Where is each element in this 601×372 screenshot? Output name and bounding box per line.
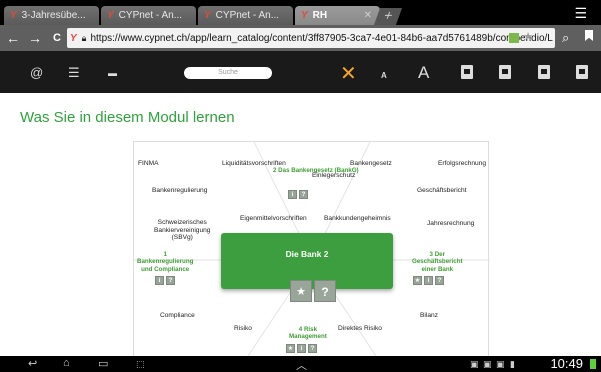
center-title: Die Bank 2 bbox=[285, 249, 329, 259]
url-text: https://www.cypnet.ch/app/learn_catalog/… bbox=[90, 32, 553, 44]
document-icon[interactable] bbox=[576, 65, 588, 79]
list-icon[interactable]: ☰ bbox=[68, 65, 80, 81]
extension-icon[interactable] bbox=[509, 33, 519, 43]
address-bar[interactable]: Y 🔒︎ https://www.cypnet.ch/app/learn_cat… bbox=[67, 28, 555, 48]
logo-icon[interactable]: @ bbox=[30, 65, 43, 80]
module-overview-diagram: FINMA Liquiditätsvorschriften Bankengese… bbox=[133, 141, 490, 356]
module-label-4[interactable]: 4 Risk Management bbox=[289, 326, 327, 341]
document-icon[interactable] bbox=[538, 65, 550, 79]
module-3-buttons: ★ i ? bbox=[413, 276, 444, 285]
site-favicon-icon: Y bbox=[204, 10, 211, 21]
recent-apps-icon[interactable]: ▭ bbox=[98, 357, 108, 370]
close-tab-icon[interactable]: ✕ bbox=[364, 10, 372, 21]
document-icon[interactable] bbox=[499, 65, 511, 79]
star-button[interactable]: ★ bbox=[286, 344, 295, 353]
module-1-buttons: i ? bbox=[155, 276, 175, 285]
reload-button[interactable]: C bbox=[48, 32, 66, 44]
site-favicon-icon: Y bbox=[70, 32, 77, 44]
search-input[interactable]: Suche bbox=[184, 67, 272, 79]
topic-label[interactable]: Jahresrechnung bbox=[427, 220, 474, 228]
site-favicon-icon: Y bbox=[301, 10, 308, 21]
screenshot-icon[interactable]: ⬚ bbox=[136, 359, 145, 370]
page-title: Was Sie in diesem Modul lernen bbox=[20, 109, 235, 126]
topic-label[interactable]: Direktes Risiko bbox=[338, 325, 382, 333]
document-icon[interactable] bbox=[461, 65, 473, 79]
module-label-1[interactable]: 1 Bankenregulierung und Compliance bbox=[137, 251, 193, 273]
site-favicon-icon: Y bbox=[107, 10, 114, 21]
back-button[interactable]: ← bbox=[4, 30, 22, 46]
topic-label[interactable]: Schweizerisches Bankiervereinigung (SBVg… bbox=[154, 219, 210, 242]
info-button[interactable]: i bbox=[297, 344, 306, 353]
help-button[interactable]: ? bbox=[299, 190, 308, 199]
browser-tab-1[interactable]: Y 3-Jahresübe... bbox=[4, 6, 99, 25]
browser-tab-2[interactable]: Y CYPnet - An... bbox=[101, 6, 196, 25]
system-navigation-bar: ↩ ⌂ ▭ ⬚ ︿ ▣ ▣ ▣ ▮ 10:49 bbox=[0, 356, 601, 372]
topic-label[interactable]: FINMA bbox=[138, 160, 159, 168]
topic-label[interactable]: Risiko bbox=[234, 325, 252, 333]
browser-tab-active[interactable]: Y RH ✕ bbox=[295, 6, 380, 25]
module-label-3[interactable]: 3 Der Geschäftsbericht einer Bank bbox=[412, 251, 463, 273]
forward-button[interactable]: → bbox=[26, 30, 44, 46]
favorite-star-button[interactable]: ★ bbox=[290, 280, 312, 302]
new-tab-button[interactable]: + bbox=[373, 7, 403, 25]
info-button[interactable]: i bbox=[424, 276, 433, 285]
lock-icon: 🔒︎ bbox=[81, 32, 87, 43]
topic-label[interactable]: Bilanz bbox=[420, 312, 438, 320]
battery-icon bbox=[590, 359, 596, 369]
module-4-buttons: ★ i ? bbox=[286, 344, 317, 353]
star-button[interactable]: ★ bbox=[413, 276, 422, 285]
help-button[interactable]: ? bbox=[308, 344, 317, 353]
info-button[interactable]: i bbox=[155, 276, 164, 285]
usb-icon: ▮ bbox=[510, 359, 515, 369]
tab-label: CYPnet - An... bbox=[215, 10, 280, 21]
info-button[interactable]: i bbox=[288, 190, 297, 199]
topic-label[interactable]: Einlegerschutz bbox=[312, 172, 355, 180]
notification-icon: ▣ bbox=[496, 359, 505, 369]
topic-label[interactable]: Bankenregulierung bbox=[152, 187, 207, 195]
font-smaller-icon[interactable]: A bbox=[381, 71, 387, 80]
tab-strip: Y 3-Jahresübe... Y CYPnet - An... Y CYPn… bbox=[0, 0, 601, 25]
tab-label: RH bbox=[312, 10, 328, 21]
app-toolbar: @ ☰ ▬ Suche ✕ A A bbox=[0, 51, 601, 93]
keyboard-icon[interactable]: ▬ bbox=[108, 68, 117, 78]
topic-label[interactable]: Geschäftsbericht bbox=[417, 187, 466, 195]
topic-label[interactable]: Eigenmittelvorschriften bbox=[240, 215, 307, 223]
page-content: Was Sie in diesem Modul lernen FINMA Liq… bbox=[0, 93, 601, 356]
tab-label: 3-Jahresübe... bbox=[21, 10, 86, 21]
help-button[interactable]: ? bbox=[314, 280, 336, 302]
font-larger-icon[interactable]: A bbox=[418, 63, 429, 83]
chevron-up-icon[interactable]: ︿ bbox=[296, 357, 307, 372]
topic-label[interactable]: Erfolgsrechnung bbox=[438, 160, 486, 168]
help-button[interactable]: ? bbox=[166, 276, 175, 285]
notification-icon: ▣ bbox=[483, 359, 492, 369]
notification-icon: ▣ bbox=[470, 359, 479, 369]
back-nav-icon[interactable]: ↩ bbox=[28, 357, 37, 370]
home-icon[interactable]: ⌂ bbox=[63, 357, 70, 369]
help-button[interactable]: ? bbox=[435, 276, 444, 285]
bookmark-star-icon[interactable]: ★ bbox=[523, 30, 533, 43]
topic-label[interactable]: Compliance bbox=[160, 312, 195, 320]
module-2-buttons: i ? bbox=[288, 190, 308, 199]
close-icon[interactable]: ✕ bbox=[340, 61, 357, 86]
clock: 10:49 bbox=[550, 356, 583, 371]
search-icon[interactable]: ⌕ bbox=[562, 30, 569, 46]
menu-icon[interactable]: ☰ bbox=[574, 5, 587, 22]
browser-navbar: ← → C Y 🔒︎ https://www.cypnet.ch/app/lea… bbox=[0, 25, 601, 51]
topic-label[interactable]: Bankkundengeheimnis bbox=[324, 215, 391, 223]
site-favicon-icon: Y bbox=[10, 10, 17, 21]
tab-label: CYPnet - An... bbox=[118, 10, 183, 21]
browser-tab-3[interactable]: Y CYPnet - An... bbox=[198, 6, 293, 25]
